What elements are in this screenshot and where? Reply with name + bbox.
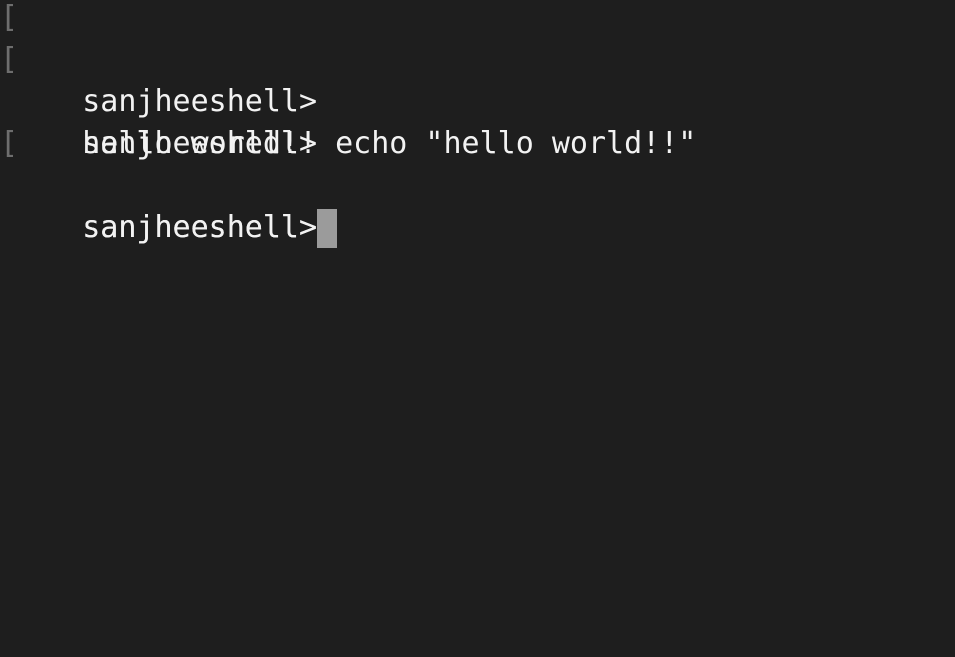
terminal-line: [ sanjheeshell> [0, 0, 955, 119]
line-marker: [ [0, 126, 19, 161]
line-marker: [ [0, 42, 19, 77]
terminal-line: hello world!! [0, 81, 955, 161]
terminal-window[interactable]: [ sanjheeshell> [ sanjheeshell> echo "he… [0, 0, 955, 654]
line-marker: [ [0, 0, 19, 35]
terminal-line: [ sanjheeshell> [0, 123, 955, 245]
text-cursor [317, 209, 338, 248]
current-prompt-text: sanjheeshell> [82, 210, 318, 245]
terminal-input-line[interactable]: sanjheeshell> [0, 165, 955, 248]
terminal-line: [ sanjheeshell> echo "hello world!!" [0, 39, 955, 161]
